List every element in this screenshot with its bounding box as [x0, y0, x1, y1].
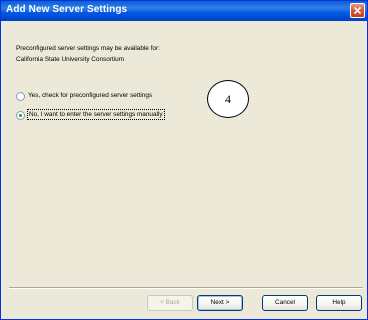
option-label-yes[interactable]: Yes, check for preconfigured server sett… [27, 91, 153, 100]
title-bar[interactable]: Add New Server Settings [1, 1, 367, 21]
radio-button-yes[interactable] [16, 92, 25, 101]
radio-button-no[interactable] [16, 111, 25, 120]
dialog-window: Add New Server Settings Preconfigured se… [0, 0, 368, 320]
step-number-callout: 4 [207, 80, 249, 118]
close-icon [353, 6, 362, 15]
close-button[interactable] [350, 3, 365, 18]
radio-selected-dot [19, 114, 22, 117]
step-number: 4 [225, 92, 231, 106]
next-button[interactable]: Next > [197, 295, 243, 311]
back-button[interactable]: < Back [147, 295, 193, 311]
intro-text: Preconfigured server settings may be ava… [16, 45, 160, 52]
help-button[interactable]: Help [316, 295, 362, 311]
organization-name: California State University Consortium [16, 56, 124, 63]
option-label-no[interactable]: No, I want to enter the server settings … [27, 109, 165, 120]
button-separator [9, 287, 363, 289]
cancel-button[interactable]: Cancel [262, 295, 308, 311]
window-title: Add New Server Settings [6, 4, 128, 15]
